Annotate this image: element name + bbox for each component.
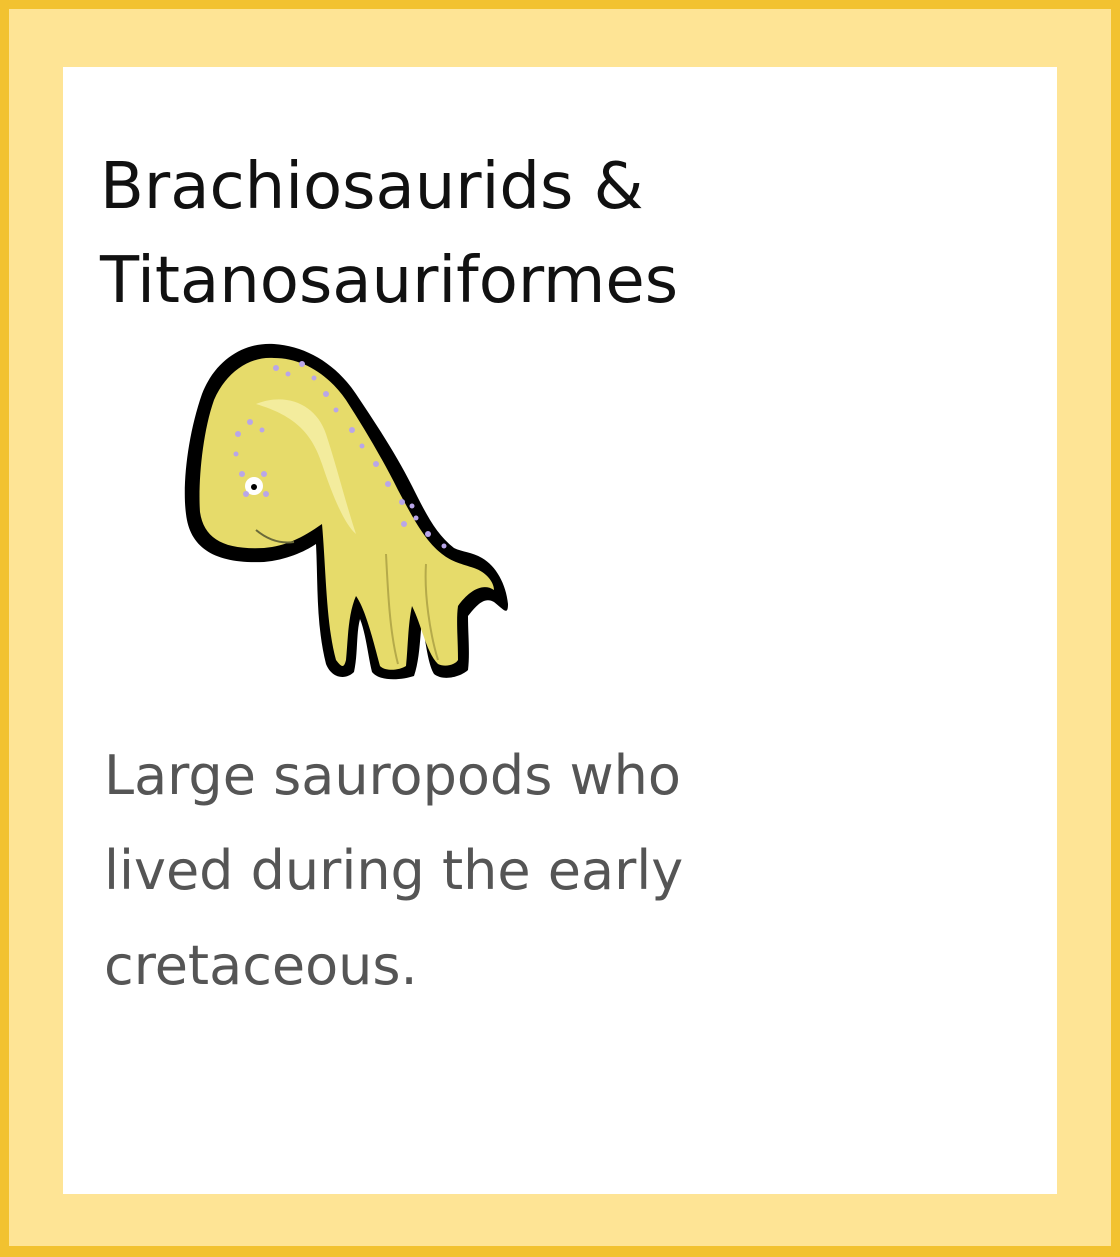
card-description: Large sauropods who lived during the ear… — [104, 728, 864, 1013]
card-description-line-3: cretaceous. — [104, 934, 418, 997]
card-description-line-1: Large sauropods who — [104, 744, 681, 807]
card-description-line-2: lived during the early — [104, 839, 684, 902]
card-title: Brachiosaurids & Titanosauriformes — [100, 140, 1000, 328]
sauropod-dinosaur-icon — [184, 343, 508, 680]
dino-eye-pupil — [251, 484, 257, 490]
card-title-line-1: Brachiosaurids & — [100, 150, 644, 224]
card-title-line-2: Titanosauriformes — [100, 244, 679, 318]
